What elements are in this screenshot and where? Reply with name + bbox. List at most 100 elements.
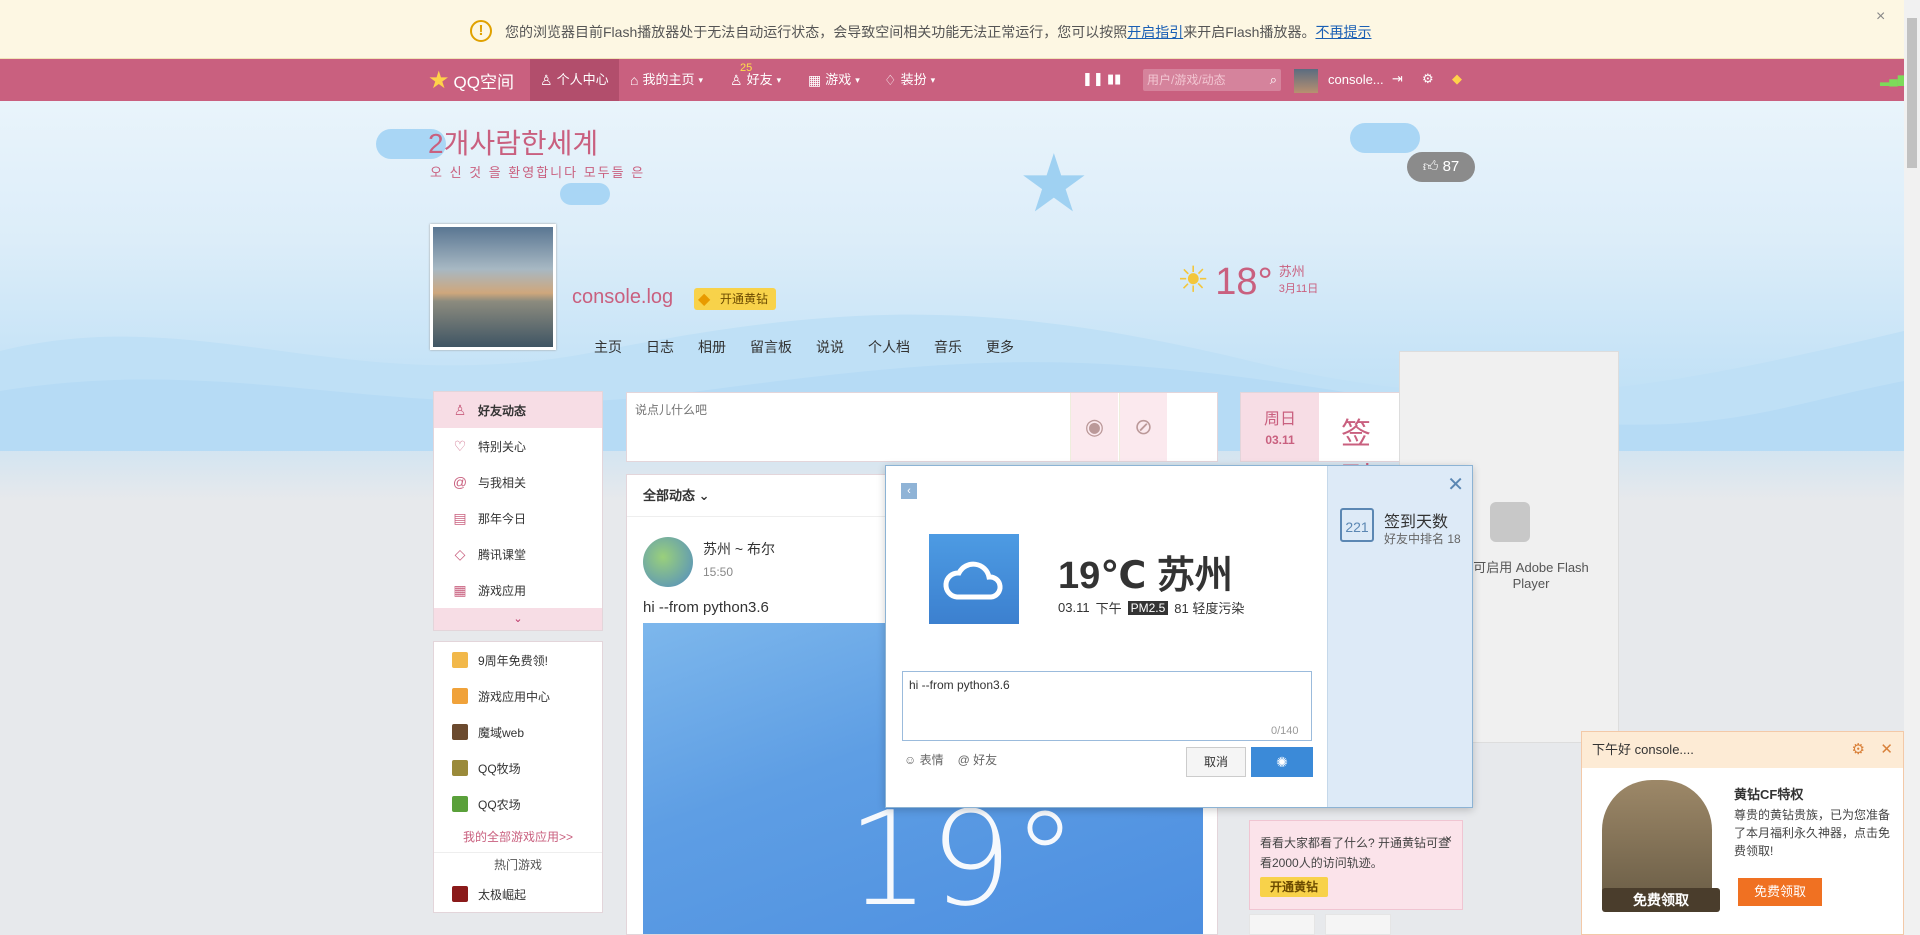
cloud-decoration	[1350, 123, 1420, 153]
open-vip-button[interactable]: ◆ 开通黄钻	[694, 288, 777, 310]
gear-icon[interactable]: ⚙	[1852, 732, 1865, 768]
cancel-button[interactable]: 取消	[1186, 747, 1246, 777]
post-time: 15:50	[703, 565, 734, 579]
sidebar-item-on-this-day[interactable]: ▤ 那年今日	[434, 500, 602, 536]
weather-details: 03.11 下午 PM2.5 81 轻度污染	[1058, 598, 1244, 617]
page-scrollbar[interactable]	[1904, 0, 1920, 935]
likes-count: 87	[1442, 158, 1460, 175]
topnav-username[interactable]: console...	[1328, 72, 1384, 87]
equalizer-icon[interactable]: ▮▮	[1107, 71, 1121, 87]
signal-icon: ▂▄▆	[1880, 72, 1907, 86]
close-icon[interactable]: ✕	[1447, 472, 1464, 497]
sidebar-item-friend-feed[interactable]: ♙ 好友动态	[434, 392, 602, 428]
subnav-music[interactable]: 音乐	[934, 337, 962, 357]
game-item[interactable]: 游戏应用中心	[434, 678, 602, 714]
status-input[interactable]	[627, 393, 1070, 461]
gear-icon[interactable]: ⚙	[1422, 71, 1434, 87]
grid-icon: ▦	[808, 72, 822, 88]
subnav-home[interactable]: 主页	[594, 337, 622, 357]
pause-icon[interactable]: ❚❚	[1082, 71, 1104, 87]
profile-username[interactable]: console.log	[572, 286, 673, 309]
subnav-profile[interactable]: 个人档	[868, 337, 910, 357]
logout-icon[interactable]: ⇥	[1392, 71, 1403, 87]
search-icon[interactable]: ⌕	[1270, 72, 1277, 88]
class-icon: ◇	[454, 545, 466, 562]
close-icon[interactable]: ×	[1876, 8, 1885, 26]
sidebar-item-mentions[interactable]: @ 与我相关	[434, 464, 602, 500]
expand-menu-button[interactable]: ⌄	[434, 608, 602, 630]
subnav-album[interactable]: 相册	[698, 337, 726, 357]
tab-games[interactable]: ▦ 游戏 ▾	[808, 59, 860, 101]
chevron-down-icon: ⌄	[698, 488, 710, 503]
game-icon	[452, 724, 468, 740]
tab-personal-center[interactable]: ♙ 个人中心	[530, 59, 619, 101]
search-input[interactable]	[1143, 69, 1253, 91]
post-author[interactable]: 苏州 ~ 布尔	[703, 539, 775, 559]
share-textarea-wrap: hi --from python3.6	[902, 671, 1312, 741]
warning-icon: !	[470, 20, 492, 42]
subnav-more[interactable]: 更多	[986, 337, 1014, 357]
game-item[interactable]: 9周年免费领!	[434, 642, 602, 678]
feed-menu: ♙ 好友动态 ♡ 特别关心 @ 与我相关 ▤ 那年今日 ◇ 腾讯课堂 ▦ 游戏应用 ⌄	[433, 391, 603, 631]
dont-show-again-link[interactable]: 不再提示	[1315, 24, 1371, 40]
tab-friends[interactable]: ♙ 好友 ▾	[730, 59, 781, 101]
diamond-icon[interactable]: ◆	[1452, 71, 1462, 87]
attachment-icon[interactable]: ⊘	[1119, 393, 1167, 461]
share-text-input[interactable]: hi --from python3.6	[903, 672, 1311, 740]
subnav-blog[interactable]: 日志	[646, 337, 674, 357]
caret-down-icon: ▾	[930, 75, 936, 85]
open-vip-button[interactable]: 开通黄钻	[1260, 877, 1329, 897]
submit-button[interactable]: ✺	[1251, 747, 1313, 777]
camera-icon[interactable]: ◉	[1070, 393, 1118, 461]
vip-promo: × 看看大家都看了什么? 开通黄钻可查看2000人的访问轨迹。 开通黄钻	[1249, 820, 1463, 910]
tab-my-homepage[interactable]: ⌂ 我的主页 ▾	[630, 59, 703, 101]
flash-placeholder-text: 可启用 Adobe Flash Player	[1473, 560, 1589, 591]
subnav-shuoshuo[interactable]: 说说	[816, 337, 844, 357]
subnav-guestbook[interactable]: 留言板	[750, 337, 792, 357]
visitor-thumb[interactable]	[1249, 914, 1315, 935]
popup-title: 黄钻CF特权	[1734, 787, 1804, 802]
friends-count-badge: 25	[740, 62, 753, 74]
header-date: 3月11日	[1278, 283, 1319, 295]
avatar[interactable]	[643, 537, 693, 587]
visitor-thumb[interactable]	[1325, 914, 1391, 935]
sidebar-item-game-apps[interactable]: ▦ 游戏应用	[434, 572, 602, 608]
profile-avatar[interactable]	[430, 224, 556, 350]
cloud-decoration	[560, 183, 610, 205]
all-games-link[interactable]: 我的全部游戏应用>>	[434, 822, 602, 852]
promo-text: 看看大家都看了什么? 开通黄钻可查看2000人的访问轨迹。	[1260, 836, 1451, 870]
close-icon[interactable]: ✕	[1880, 732, 1893, 768]
likes-button[interactable]: 👍︎ 87	[1407, 152, 1475, 182]
user-icon: ♙	[540, 72, 553, 88]
game-item[interactable]: 魔域web	[434, 714, 602, 750]
promo-character-image[interactable]	[1602, 780, 1712, 905]
char-count: 0/140	[1271, 725, 1299, 737]
flash-guide-link[interactable]: 开启指引	[1127, 24, 1183, 40]
sidebar-item-special-care[interactable]: ♡ 特别关心	[434, 428, 602, 464]
close-icon[interactable]: ×	[1445, 829, 1452, 849]
mention-friend-button[interactable]: @ 好友	[958, 751, 998, 768]
plugin-icon	[1490, 502, 1530, 542]
thumbs-up-icon: 👍︎	[1422, 158, 1439, 175]
user-icon: ♙	[453, 401, 467, 418]
qzone-logo[interactable]: ★ QQ空间	[428, 68, 514, 93]
tab-dress-up[interactable]: ♢ 装扮 ▾	[884, 59, 935, 101]
space-subtitle: 오 신 것 을 환영합니다 모두들 은	[430, 165, 646, 180]
game-item[interactable]: 太极崛起	[434, 876, 602, 912]
scrollbar-thumb[interactable]	[1907, 18, 1917, 168]
post-header: 苏州 ~ 布尔 15:50	[643, 537, 775, 587]
free-claim-tag[interactable]: 免费领取	[1602, 888, 1720, 912]
game-item[interactable]: QQ农场	[434, 786, 602, 822]
emoji-button[interactable]: ☺ 表情	[904, 751, 944, 768]
avatar[interactable]	[1294, 69, 1318, 93]
sidebar-item-tencent-class[interactable]: ◇ 腾讯课堂	[434, 536, 602, 572]
back-icon[interactable]: ‹	[901, 483, 917, 499]
game-item[interactable]: QQ牧场	[434, 750, 602, 786]
at-icon: @	[452, 474, 468, 490]
claim-button[interactable]: 免费领取	[1738, 878, 1822, 906]
top-navigation: ★ QQ空间 ♙ 个人中心 ⌂ 我的主页 ▾ ♙ 好友 ▾ 25 ▦ 游戏 ▾ ♢ 装扮 ▾ ❚❚ …	[0, 59, 1907, 101]
vip-popup: 下午好 console.... ⚙ ✕ 免费领取 黄钻CF特权 尊贵的黄钻贵族，…	[1581, 731, 1904, 935]
popup-header: 下午好 console.... ⚙ ✕	[1582, 732, 1903, 768]
flash-notice-bar: ! 您的浏览器目前Flash播放器处于无法自动运行状态，会导致空间相关功能无法正…	[0, 0, 1904, 59]
weather-period: 下午	[1095, 601, 1122, 616]
